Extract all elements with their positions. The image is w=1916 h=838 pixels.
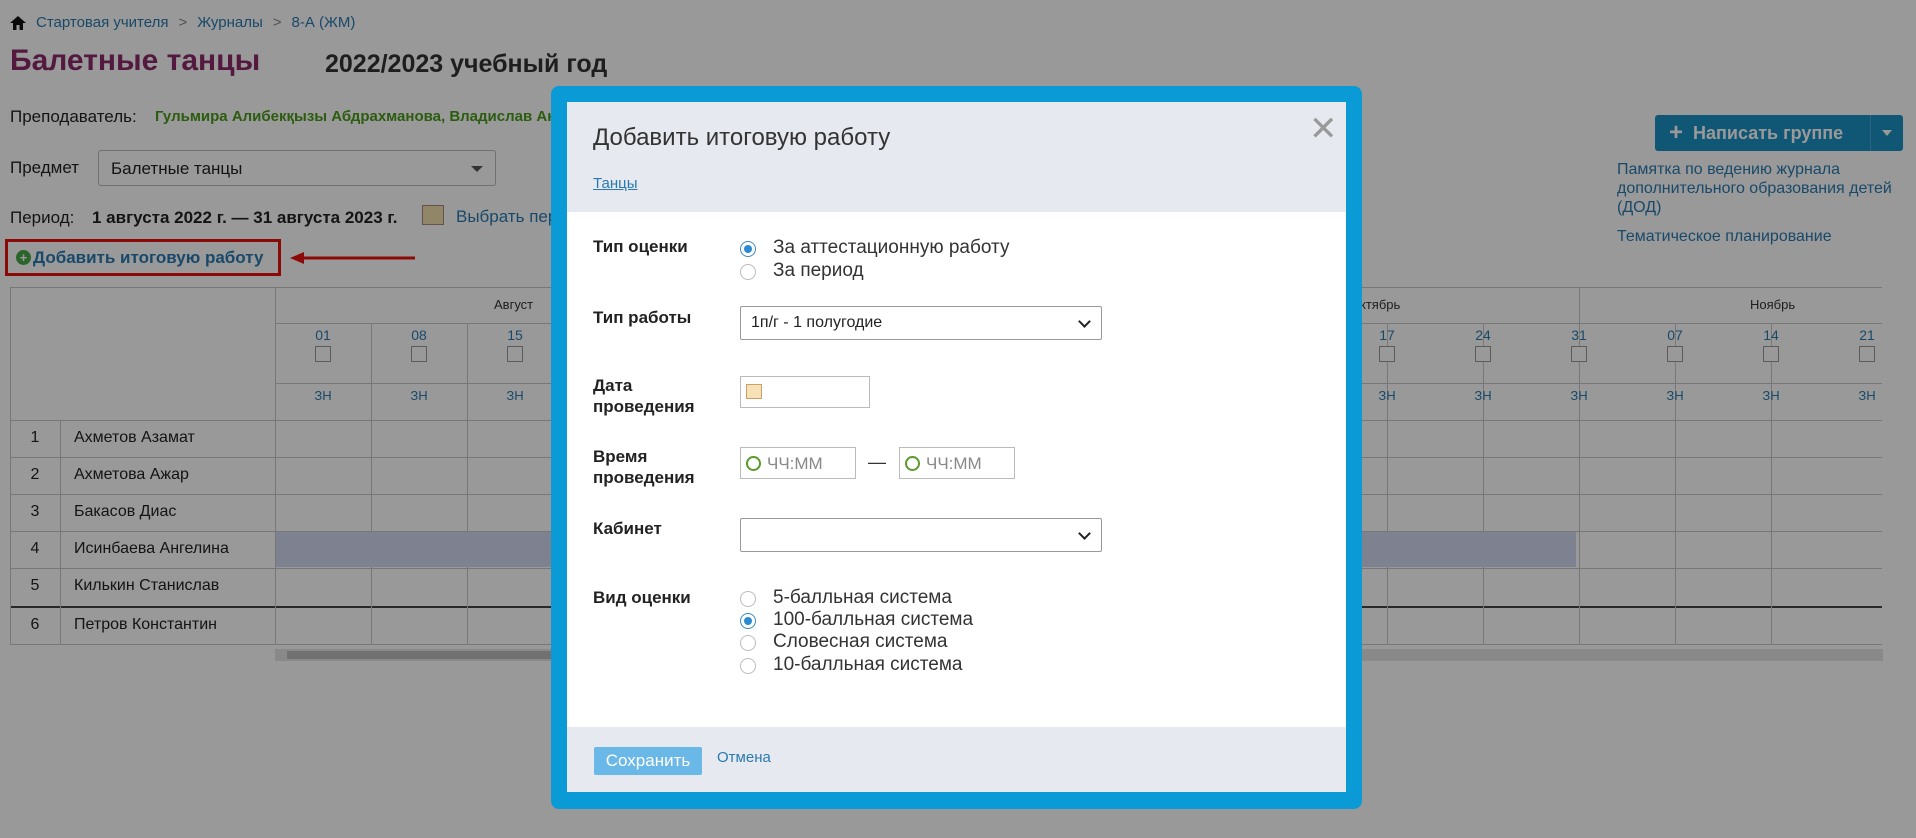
dialog-header: Добавить итоговую работу Танцы ✕ bbox=[567, 102, 1346, 212]
calendar-icon[interactable] bbox=[746, 384, 762, 399]
radio-5-point-label: 5-балльная система bbox=[773, 587, 952, 608]
work-type-value: 1п/г - 1 полугодие bbox=[751, 314, 883, 331]
work-type-select[interactable]: 1п/г - 1 полугодие bbox=[740, 306, 1102, 340]
time-end-input[interactable]: ЧЧ:ММ bbox=[899, 447, 1015, 479]
radio-period[interactable] bbox=[740, 264, 756, 280]
radio-100-point-label: 100-балльная система bbox=[773, 609, 974, 630]
radio-verbal-label: Словесная система bbox=[773, 631, 948, 652]
work-type-label: Тип работы bbox=[593, 308, 692, 327]
radio-attestation-label: За аттестационную работу bbox=[773, 237, 1010, 258]
time-start-input[interactable]: ЧЧ:ММ bbox=[740, 447, 856, 479]
radio-10-point[interactable] bbox=[740, 658, 756, 674]
date-label: Дата проведения bbox=[593, 376, 695, 416]
date-input[interactable] bbox=[740, 376, 870, 408]
radio-period-label: За период bbox=[773, 260, 864, 281]
radio-verbal[interactable] bbox=[740, 635, 756, 651]
time-label: Время проведения bbox=[593, 447, 695, 487]
dialog-footer: Сохранить Отмена bbox=[567, 727, 1346, 792]
room-label: Кабинет bbox=[593, 519, 662, 538]
radio-100-point[interactable] bbox=[740, 613, 756, 629]
dialog-subject-link[interactable]: Танцы bbox=[593, 175, 638, 192]
radio-10-point-label: 10-балльная система bbox=[773, 654, 963, 675]
radio-attestation[interactable] bbox=[740, 241, 756, 257]
cancel-link[interactable]: Отмена bbox=[717, 749, 771, 766]
time-separator: — bbox=[868, 452, 886, 472]
chevron-down-icon bbox=[1078, 527, 1091, 540]
grade-type-label: Тип оценки bbox=[593, 237, 688, 256]
add-final-work-dialog: Добавить итоговую работу Танцы ✕ Тип оце… bbox=[567, 102, 1346, 792]
grade-scale-label: Вид оценки bbox=[593, 588, 691, 607]
time-end-placeholder: ЧЧ:ММ bbox=[926, 454, 982, 473]
time-start-placeholder: ЧЧ:ММ bbox=[767, 454, 823, 473]
radio-5-point[interactable] bbox=[740, 591, 756, 607]
clock-icon bbox=[905, 456, 920, 471]
save-button[interactable]: Сохранить bbox=[594, 747, 702, 775]
dialog-title: Добавить итоговую работу bbox=[593, 124, 891, 151]
room-select[interactable] bbox=[740, 518, 1102, 552]
chevron-down-icon bbox=[1078, 315, 1091, 328]
close-icon[interactable]: ✕ bbox=[1309, 112, 1338, 146]
clock-icon bbox=[746, 456, 761, 471]
